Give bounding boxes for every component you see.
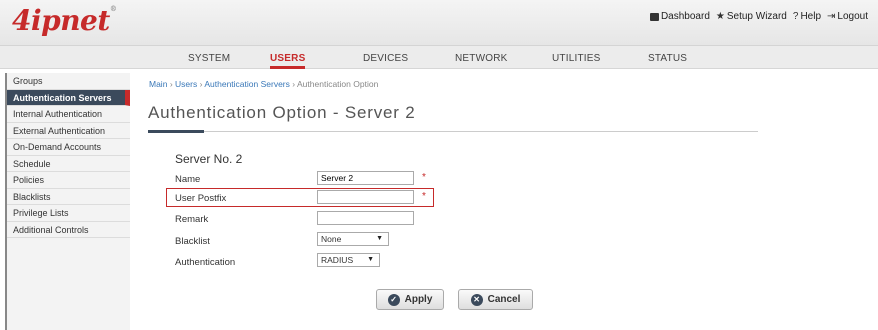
title-accent-bar xyxy=(148,130,204,133)
dashboard-icon xyxy=(649,12,659,21)
dashboard-link[interactable]: Dashboard xyxy=(649,11,710,22)
breadcrumb-separator: › xyxy=(292,79,296,89)
apply-button[interactable]: ✓ Apply xyxy=(376,289,444,310)
brand-logo[interactable]: 4ipnet® xyxy=(12,4,117,37)
apply-label: Apply xyxy=(404,294,433,305)
blacklist-select[interactable]: None ▼ xyxy=(317,232,389,246)
cancel-button[interactable]: ✕ Cancel xyxy=(458,289,533,310)
sidebar-item-authentication-servers[interactable]: Authentication Servers xyxy=(7,89,130,106)
header-bar: 4ipnet® Dashboard ★ Setup Wizard ? Help … xyxy=(0,0,878,45)
help-link[interactable]: ? Help xyxy=(793,11,821,22)
remark-label: Remark xyxy=(175,214,209,225)
close-icon: ✕ xyxy=(470,293,483,306)
logout-label: Logout xyxy=(837,11,868,22)
sidebar-item-blacklists[interactable]: Blacklists xyxy=(7,189,130,205)
tab-status[interactable]: STATUS xyxy=(648,46,687,69)
sidebar-item-external-authentication[interactable]: External Authentication xyxy=(7,123,130,139)
sidebar-item-schedule[interactable]: Schedule xyxy=(7,156,130,172)
logout-icon: ⇥ xyxy=(827,10,836,22)
section-title: Server No. 2 xyxy=(175,152,243,166)
check-icon: ✓ xyxy=(387,293,400,306)
tab-users[interactable]: USERS xyxy=(270,46,306,69)
blacklist-value: None xyxy=(321,234,342,244)
user-postfix-input[interactable] xyxy=(317,190,414,204)
dropdown-arrow-icon: ▼ xyxy=(376,235,383,242)
sidebar-item-privilege-lists[interactable]: Privilege Lists xyxy=(7,205,130,222)
authentication-label: Authentication xyxy=(175,257,236,268)
tab-utilities[interactable]: UTILITIES xyxy=(552,46,600,69)
help-label: Help xyxy=(800,11,822,22)
breadcrumb: Main › Users › Authentication Servers › … xyxy=(149,79,378,89)
page-title: Authentication Option - Server 2 xyxy=(148,103,416,122)
main-nav: SYSTEM USERS DEVICES NETWORK UTILITIES S… xyxy=(0,45,878,69)
help-icon: ? xyxy=(792,10,799,22)
breadcrumb-authentication-servers[interactable]: Authentication Servers xyxy=(204,79,290,89)
top-links: Dashboard ★ Setup Wizard ? Help ⇥ Logout xyxy=(649,11,868,22)
breadcrumb-separator: › xyxy=(169,79,173,89)
logout-link[interactable]: ⇥ Logout xyxy=(827,11,868,22)
sidebar: Groups Authentication Servers Internal A… xyxy=(5,73,130,330)
name-input[interactable] xyxy=(317,171,414,185)
authentication-select[interactable]: RADIUS ▼ xyxy=(317,253,380,267)
dashboard-label: Dashboard xyxy=(660,11,710,22)
title-divider xyxy=(148,131,758,132)
required-mark: * xyxy=(422,191,426,202)
breadcrumb-users[interactable]: Users xyxy=(175,79,197,89)
required-mark: * xyxy=(422,172,426,183)
name-label: Name xyxy=(175,174,201,185)
sidebar-item-additional-controls[interactable]: Additional Controls xyxy=(7,222,130,238)
sidebar-item-internal-authentication[interactable]: Internal Authentication xyxy=(7,106,130,123)
user-postfix-label: User Postfix xyxy=(175,193,227,204)
sidebar-item-on-demand-accounts[interactable]: On-Demand Accounts xyxy=(7,139,130,156)
tab-network[interactable]: NETWORK xyxy=(455,46,508,69)
star-icon: ★ xyxy=(715,10,725,22)
authentication-value: RADIUS xyxy=(321,255,354,265)
sidebar-item-groups[interactable]: Groups xyxy=(7,73,130,90)
breadcrumb-main[interactable]: Main xyxy=(149,79,167,89)
remark-input[interactable] xyxy=(317,211,414,225)
tab-system[interactable]: SYSTEM xyxy=(188,46,230,69)
setup-wizard-link[interactable]: ★ Setup Wizard xyxy=(716,11,787,22)
setup-wizard-label: Setup Wizard xyxy=(726,11,787,22)
blacklist-label: Blacklist xyxy=(175,236,210,247)
breadcrumb-separator: › xyxy=(199,79,203,89)
breadcrumb-current: Authentication Option xyxy=(297,79,379,89)
tab-devices[interactable]: DEVICES xyxy=(363,46,408,69)
sidebar-item-policies[interactable]: Policies xyxy=(7,172,130,189)
cancel-label: Cancel xyxy=(487,294,521,305)
dropdown-arrow-icon: ▼ xyxy=(367,256,374,263)
